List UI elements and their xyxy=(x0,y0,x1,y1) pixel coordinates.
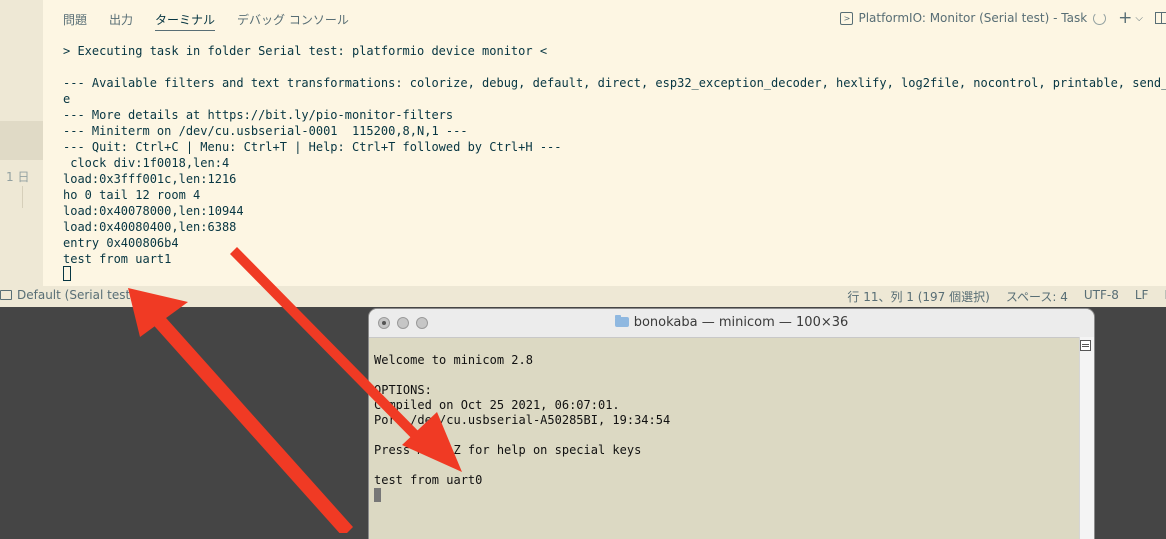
tab-output[interactable]: 出力 xyxy=(109,11,133,31)
terminal-line: --- Available filters and text transform… xyxy=(63,76,1166,90)
minicom-output[interactable]: Welcome to minicom 2.8 OPTIONS: Compiled… xyxy=(374,353,670,488)
terminal-line: clock div:1f0018,len:4 xyxy=(70,156,230,170)
terminal-line: ho 0 tail 12 room 4 xyxy=(63,188,201,202)
terminal-output[interactable]: > Executing task in folder Serial test: … xyxy=(63,43,1166,267)
double-arrow xyxy=(128,288,353,533)
window-title-text: bonokaba — minicom — 100×36 xyxy=(633,315,849,330)
split-terminal-icon[interactable] xyxy=(1155,12,1166,24)
minicom-line: OPTIONS: xyxy=(374,383,432,397)
task-dropdown[interactable]: PlatformIO: Monitor (Serial test) - Task xyxy=(858,11,1087,25)
status-left-label: Default (Serial test) xyxy=(17,288,135,302)
folder-icon xyxy=(614,315,629,327)
tab-problems[interactable]: 問題 xyxy=(63,11,87,31)
terminal-line: load:0x3fff001c,len:1216 xyxy=(63,172,237,186)
terminal-line: --- More details at https://bit.ly/pio-m… xyxy=(63,108,454,122)
status-right: 行 11、列 1 (197 個選択) スペース: 4 UTF-8 LF I xyxy=(831,288,1166,305)
chevron-down-icon[interactable]: ⌵ xyxy=(1135,13,1143,24)
minicom-line: Compiled on Oct 25 2021, 06:07:01. xyxy=(374,398,620,412)
status-line-ending[interactable]: LF xyxy=(1135,288,1149,305)
terminal-line: --- Miniterm on /dev/cu.usbserial-0001 1… xyxy=(63,124,468,138)
scroll-lines-icon[interactable] xyxy=(1080,340,1091,351)
terminal-icon xyxy=(0,290,12,300)
status-encoding[interactable]: UTF-8 xyxy=(1084,288,1119,305)
editor-gutter: 1 日 xyxy=(0,0,43,286)
terminal-line: test from uart1 xyxy=(63,252,172,266)
terminal-line: > Executing task in folder Serial test: … xyxy=(63,44,548,58)
window-titlebar[interactable]: bonokaba — minicom — 100×36 xyxy=(369,309,1094,338)
panel-tabs: 問題 出力 ターミナル デバッグ コンソール xyxy=(63,11,371,31)
arrow-shaft xyxy=(148,309,353,533)
tab-terminal[interactable]: ターミナル xyxy=(155,11,216,31)
status-cursor-position[interactable]: 行 11、列 1 (197 個選択) xyxy=(847,288,989,305)
minicom-line: Press Meta-Z for help on special keys xyxy=(374,443,642,457)
gutter-highlight xyxy=(0,121,43,160)
gutter-text: 1 日 xyxy=(6,170,30,184)
scrollbar[interactable] xyxy=(1079,337,1094,539)
new-terminal-button[interactable]: + xyxy=(1118,10,1132,27)
minicom-cursor xyxy=(374,488,381,502)
terminal-cursor xyxy=(63,266,71,281)
minicom-window: bonokaba — minicom — 100×36 Welcome to m… xyxy=(369,309,1094,539)
tab-debug-console[interactable]: デバッグ コンソール xyxy=(237,11,349,31)
status-terminal-profile[interactable]: Default (Serial test) xyxy=(0,288,135,302)
terminal-line: load:0x40078000,len:10944 xyxy=(63,204,244,218)
minicom-line: Port /dev/cu.usbserial-A50285BI, 19:34:5… xyxy=(374,413,671,427)
status-bar: Default (Serial test) 行 11、列 1 (197 個選択)… xyxy=(0,286,1166,307)
terminal-line: entry 0x400806b4 xyxy=(63,236,179,250)
window-title: bonokaba — minicom — 100×36 xyxy=(369,315,1094,330)
minicom-line: test from uart0 xyxy=(374,473,483,487)
spinner-icon xyxy=(1093,11,1107,25)
gutter-divider xyxy=(22,186,23,208)
panel-actions: > PlatformIO: Monitor (Serial test) - Ta… xyxy=(840,10,1166,27)
status-indentation[interactable]: スペース: 4 xyxy=(1006,288,1068,305)
minicom-line: Welcome to minicom 2.8 xyxy=(374,353,533,367)
terminal-line: e xyxy=(63,92,71,106)
terminal-line: --- Quit: Ctrl+C | Menu: Ctrl+T | Help: … xyxy=(63,140,562,154)
terminal-icon: > xyxy=(840,11,854,25)
terminal-line: load:0x40080400,len:6388 xyxy=(63,220,237,234)
vscode-panel: 1 日 問題 出力 ターミナル デバッグ コンソール > PlatformIO:… xyxy=(0,0,1166,307)
